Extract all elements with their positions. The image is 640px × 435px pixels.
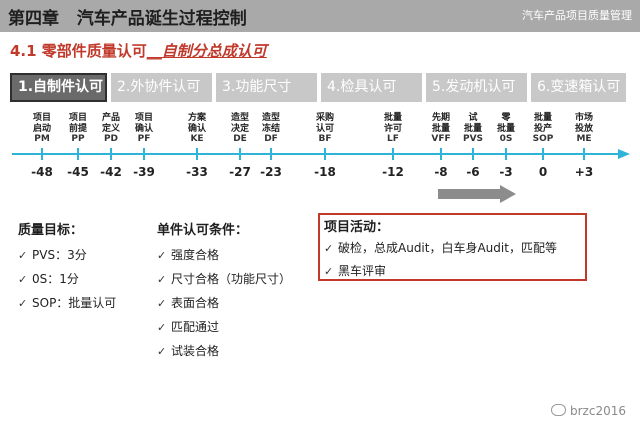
milestone-week-value: -8 xyxy=(434,165,448,179)
milestone-name-line-2: 定义 xyxy=(101,123,120,134)
milestone-name-line-2: 启动 xyxy=(32,123,51,134)
milestone-name-line-1: 零 xyxy=(501,113,511,123)
milestone-name-line-1: 市场 xyxy=(574,113,593,123)
milestone-code: 0S xyxy=(499,134,513,144)
condition-item: ✓ 表面合格 xyxy=(157,296,220,310)
check-icon: ✓ xyxy=(157,297,167,310)
milestone-week-value: -18 xyxy=(314,165,336,179)
progress-arrow-body xyxy=(438,189,500,199)
milestone-name-line-1: 先期 xyxy=(431,113,450,123)
milestone-name-line-1: 采购 xyxy=(315,113,334,123)
milestone-code: PM xyxy=(34,134,50,144)
quality-goal-item: ✓ PVS：3分 xyxy=(18,248,87,262)
milestone-name-line-2: 投放 xyxy=(574,123,593,134)
milestone-name-line-2: 批量 xyxy=(463,123,482,134)
milestone-label: 项目 确认 PF xyxy=(126,113,162,145)
condition-item: ✓ 试装合格 xyxy=(157,344,220,358)
progress-arrow xyxy=(438,185,516,203)
milestone-name-line-1: 试 xyxy=(468,113,478,123)
check-icon: ✓ xyxy=(157,249,167,262)
milestone-code: PP xyxy=(71,134,85,144)
milestone-label: 造型 冻结 DF xyxy=(253,113,289,145)
milestone-name-line-2: 确认 xyxy=(134,123,153,134)
progress-arrow-head xyxy=(500,185,516,203)
milestone-name-line-2: 批量 xyxy=(431,123,450,134)
milestone-name-line-2: 冻结 xyxy=(261,123,280,134)
milestone-label: 市场 投放 ME xyxy=(566,113,602,145)
quality-goal-item: ✓ 0S：1分 xyxy=(18,272,79,286)
milestone-week-value: 0 xyxy=(538,165,548,179)
brand-watermark: brzc2016 xyxy=(0,404,626,418)
milestone-name-line-2: 投产 xyxy=(533,123,552,134)
check-icon: ✓ xyxy=(324,242,334,255)
milestone-label: 项目 启动 PM xyxy=(24,113,60,145)
milestone-week-value: -33 xyxy=(186,165,208,179)
milestone-label: 产品 定义 PD xyxy=(93,113,129,145)
activity-item: ✓ 破检，总成Audit，白车身Audit，匹配等 xyxy=(324,241,557,255)
milestone-name-line-1: 方案 xyxy=(187,113,206,123)
milestone-week-value: -39 xyxy=(133,165,155,179)
milestone-code: PD xyxy=(103,134,119,144)
milestone-label: 采购 认可 BF xyxy=(307,113,343,145)
condition-item: ✓ 尺寸合格（功能尺寸） xyxy=(157,272,292,286)
milestone-name-line-1: 造型 xyxy=(261,113,280,123)
milestone-name-line-1: 项目 xyxy=(68,113,87,123)
check-icon: ✓ xyxy=(157,345,167,358)
milestone-week-value: -48 xyxy=(31,165,53,179)
milestone-code: PVS xyxy=(462,134,484,144)
milestone-code: ME xyxy=(576,134,592,144)
milestone-name-line-1: 产品 xyxy=(101,113,120,123)
milestone-name-line-2: 批量 xyxy=(496,123,515,134)
quality-goals-title: 质量目标： xyxy=(18,223,84,238)
milestone-name-line-1: 项目 xyxy=(32,113,51,123)
activity-item: ✓ 黑车评审 xyxy=(324,264,387,278)
check-icon: ✓ xyxy=(324,265,334,278)
milestone-label: 试批量 PVS xyxy=(455,113,491,145)
milestone-week-value: -12 xyxy=(382,165,404,179)
chat-bubble-icon xyxy=(551,404,566,416)
quality-goal-item: ✓ SOP：批量认可 xyxy=(18,296,117,310)
milestone-name-line-2: 前提 xyxy=(68,123,87,134)
milestone-label: 批量 投产 SOP xyxy=(525,113,561,145)
milestone-code: KE xyxy=(190,134,204,144)
milestone-week-value: -45 xyxy=(67,165,89,179)
milestone-week-value: -23 xyxy=(260,165,282,179)
milestone-code: PF xyxy=(137,134,151,144)
milestone-name-line-1: 批量 xyxy=(533,113,552,123)
milestone-label: 先期 批量 VFF xyxy=(423,113,459,145)
milestone-label: 零批量 0S xyxy=(488,113,524,145)
milestone-week-value: -6 xyxy=(466,165,480,179)
milestone-label: 批量 许可 LF xyxy=(375,113,411,145)
check-icon: ✓ xyxy=(18,297,28,310)
milestone-label: 项目 前提 PP xyxy=(60,113,96,145)
conditions-title: 单件认可条件： xyxy=(157,223,249,238)
activities-title: 项目活动： xyxy=(324,220,390,235)
timeline-arrowhead xyxy=(618,149,630,159)
milestone-code: SOP xyxy=(532,134,554,144)
condition-item: ✓ 强度合格 xyxy=(157,248,220,262)
check-icon: ✓ xyxy=(157,321,167,334)
milestone-week-value: -3 xyxy=(499,165,513,179)
check-icon: ✓ xyxy=(18,273,28,286)
milestone-code: DF xyxy=(264,134,278,144)
milestone-name-line-1: 项目 xyxy=(134,113,153,123)
condition-item: ✓ 匹配通过 xyxy=(157,320,220,334)
milestone-week-value: -42 xyxy=(100,165,122,179)
milestone-name-line-2: 认可 xyxy=(315,123,334,134)
milestone-timeline: 项目 启动 PM -48 项目 前提 PP -45 产品 定义 PD -42 项目 确认 PF -39 方案 确认… xyxy=(0,0,640,200)
milestone-code: LF xyxy=(387,134,399,144)
check-icon: ✓ xyxy=(157,273,167,286)
milestone-name-line-1: 批量 xyxy=(383,113,402,123)
milestone-label: 方案 确认 KE xyxy=(179,113,215,145)
check-icon: ✓ xyxy=(18,249,28,262)
milestone-code: BF xyxy=(318,134,332,144)
milestone-week-value: +3 xyxy=(574,165,594,179)
milestone-code: VFF xyxy=(431,134,451,144)
milestone-name-line-2: 确认 xyxy=(187,123,206,134)
milestone-name-line-2: 许可 xyxy=(383,123,402,134)
